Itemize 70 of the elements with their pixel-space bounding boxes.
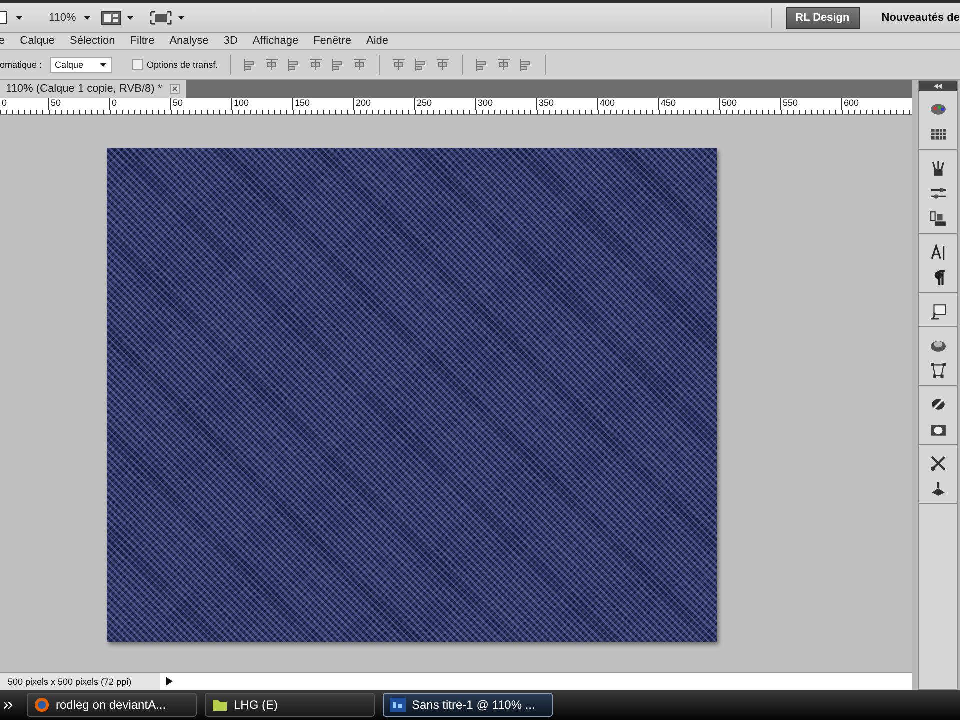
more-icon[interactable]	[4, 702, 13, 708]
ruler-label: 400	[597, 98, 658, 110]
auto-select-label: omatique :	[0, 60, 42, 70]
align-icon[interactable]	[475, 58, 490, 72]
align-icon[interactable]	[392, 58, 406, 72]
caret-icon[interactable]	[100, 62, 108, 66]
ruler-label: 250	[414, 98, 475, 110]
whats-new-link[interactable]: Nouveautés de	[882, 12, 960, 24]
workspace-button[interactable]: RL Design	[786, 6, 860, 28]
align-icon[interactable]	[414, 58, 428, 72]
menu-item[interactable]: Analyse	[170, 35, 209, 47]
align-icon[interactable]	[287, 58, 302, 72]
ruler-label: 0	[109, 98, 170, 110]
app-icon	[390, 698, 406, 712]
transform-checkbox[interactable]	[132, 59, 144, 70]
ruler-label: 0	[1, 98, 8, 110]
play-icon[interactable]	[166, 677, 173, 686]
stamp-down-icon[interactable]	[930, 480, 946, 497]
ruler-label: 50	[48, 98, 109, 110]
align-icon[interactable]	[309, 58, 324, 72]
transform-icon[interactable]	[930, 362, 946, 379]
caret-icon[interactable]	[178, 16, 186, 20]
collapse-icon[interactable]	[934, 84, 942, 88]
menu-item[interactable]: Affichage	[252, 35, 299, 47]
ruler-label: 150	[292, 98, 353, 110]
menu-item[interactable]: Fenêtre	[314, 35, 352, 47]
ruler-label: 200	[353, 98, 414, 110]
document-info: 500 pixels x 500 pixels (72 ppi)	[0, 673, 160, 690]
align-icon[interactable]	[331, 58, 346, 72]
grid-icon[interactable]	[930, 126, 946, 143]
layout-icon[interactable]	[101, 10, 122, 24]
caret-icon[interactable]	[16, 16, 23, 20]
ruler-label: 600	[841, 98, 902, 110]
taskbar-button[interactable]: Sans titre-1 @ 110% ...	[383, 693, 553, 717]
screen-mode-icon[interactable]	[150, 10, 172, 24]
align-icon[interactable]	[436, 58, 450, 72]
close-icon[interactable]	[170, 84, 180, 94]
brushes-icon[interactable]	[930, 160, 946, 177]
menu-item[interactable]: Sélection	[70, 35, 116, 47]
ruler-label: 450	[658, 98, 719, 110]
taskbar-button[interactable]: rodleg on deviantA...	[27, 693, 197, 717]
align-icon[interactable]	[265, 58, 280, 72]
ruler-label: 350	[536, 98, 597, 110]
menu-item[interactable]: Calque	[20, 35, 55, 47]
folder-icon	[212, 697, 228, 713]
zoom-level[interactable]: 110%	[49, 12, 76, 24]
align-icon[interactable]	[519, 58, 534, 72]
menu-item[interactable]: Aide	[366, 35, 389, 47]
globe-icon	[34, 697, 50, 713]
caret-icon[interactable]	[84, 16, 92, 20]
text-cursor-icon[interactable]	[930, 244, 946, 261]
palette-icon[interactable]	[930, 101, 946, 118]
ruler-label: 500	[719, 98, 780, 110]
align-icon[interactable]	[497, 58, 512, 72]
ruler-label: 50	[170, 98, 231, 110]
menu-item[interactable]: Filtre	[130, 35, 155, 47]
document-icon[interactable]	[0, 10, 8, 24]
align-icon[interactable]	[353, 58, 368, 72]
document-tab[interactable]: 110% (Calque 1 copie, RVB/8) *	[0, 80, 186, 98]
ruler-label: 300	[475, 98, 536, 110]
ruler-label: 100	[231, 98, 292, 110]
menu-item[interactable]: 3D	[224, 35, 238, 47]
taskbar-button[interactable]: LHG (E)	[205, 693, 375, 717]
align-icon[interactable]	[243, 58, 258, 72]
ruler-label: 550	[780, 98, 841, 110]
sliders-icon[interactable]	[930, 185, 946, 202]
auto-select-dropdown[interactable]: Calque	[50, 56, 112, 72]
checkbox-label: Options de transf.	[147, 60, 218, 70]
caret-icon[interactable]	[127, 16, 134, 20]
scissors-icon[interactable]	[930, 455, 946, 472]
